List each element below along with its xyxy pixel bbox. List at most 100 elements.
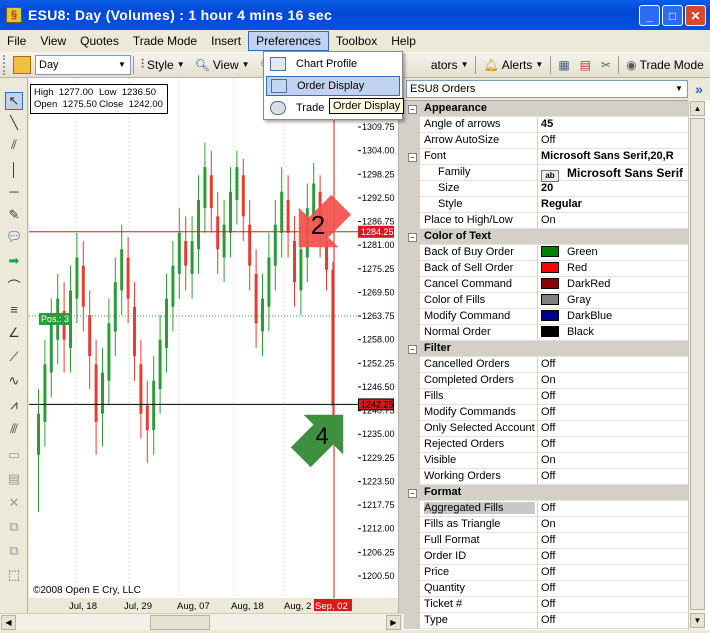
property-value[interactable]: Off [541,422,687,434]
style-button[interactable]: ⫶ Style ▼ [136,54,190,76]
angle-tool-icon[interactable]: ∠ [5,324,23,342]
property-value[interactable]: Off [541,406,687,418]
arrow-tool-icon[interactable]: ➡ [5,252,23,270]
pointer-tool-icon[interactable]: ↖ [5,92,23,110]
property-row[interactable]: Order ID Off [404,549,688,565]
parallel-lines-icon[interactable]: ⫽ [5,136,23,154]
menu-toolbox[interactable]: Toolbox [329,31,384,51]
property-row[interactable]: Normal Order Black [404,325,688,341]
candle-body[interactable] [261,298,264,332]
alerts-button[interactable]: 🔔︎ Alerts ▼ [478,54,548,76]
property-row[interactable]: Rejected Orders Off [404,437,688,453]
candle-body[interactable] [229,191,232,233]
chart-hscrollbar[interactable]: ◀ ▶ [0,613,404,630]
candle-body[interactable] [107,323,111,381]
property-row[interactable]: Visible On [404,453,688,469]
property-value[interactable]: Gray [541,294,687,306]
property-value[interactable]: Off [541,582,687,594]
property-value[interactable]: Black [541,326,687,338]
property-category[interactable]: − Color of Text [404,229,688,245]
property-row[interactable]: Modify Commands Off [404,405,688,421]
property-value[interactable]: Off [541,550,687,562]
property-row[interactable]: Working Orders Off [404,469,688,485]
panel-selector[interactable]: ESU8 Orders ▼ [406,80,688,98]
candle-body[interactable] [273,224,277,266]
panel-vscrollbar[interactable]: ▲ ▼ [688,100,705,630]
copy-icon[interactable]: ⧉ [5,518,23,536]
fan-tool-icon[interactable]: ⩘ [5,396,23,414]
property-value[interactable]: Off [541,534,687,546]
property-value[interactable]: On [541,214,687,226]
property-row[interactable]: Arrow AutoSize Off [404,133,688,149]
menu-preferences[interactable]: Preferences [248,31,329,51]
property-value[interactable]: 45 [541,118,687,130]
candle-body[interactable] [216,216,220,250]
price-axis[interactable]: 1309.75 1304.00 1298.25 1292.50 1286.75 1281.… [358,78,398,598]
period-select[interactable]: Day ▼ [35,54,131,75]
menu-view[interactable]: View [33,31,73,51]
property-value[interactable]: Off [541,614,687,626]
arc-tool-icon[interactable]: ⌒ [5,276,23,294]
callout-tool-icon[interactable]: 💬︎ [5,228,23,246]
candle-body[interactable] [222,224,226,258]
chart-area[interactable]: 24 [29,78,358,598]
scroll-thumb[interactable] [150,615,210,630]
candle-body[interactable] [37,413,40,455]
minimize-button[interactable]: _ [639,5,660,26]
property-row[interactable]: Fills as Triangle On [404,517,688,533]
candle-body[interactable] [235,167,239,200]
scroll-right-button[interactable]: ▶ [386,615,401,630]
property-value[interactable]: Off [541,566,687,578]
candle-body[interactable] [197,199,200,250]
property-value[interactable]: Off [541,390,687,402]
property-category[interactable]: − Format [404,485,688,501]
candle-body[interactable] [120,249,124,291]
property-value[interactable]: Green [541,246,687,258]
candle-body[interactable] [241,175,245,217]
properties-icon[interactable]: ▤ [5,470,23,488]
menu-help[interactable]: Help [384,31,423,51]
property-value[interactable]: Microsoft Sans Serif,20,R [541,150,687,162]
candle-body[interactable] [126,257,130,299]
property-row[interactable]: Angle of arrows 45 [404,117,688,133]
property-row[interactable]: Color of Fills Gray [404,293,688,309]
paste-icon[interactable]: ⧉ [5,542,23,560]
property-row[interactable]: Quantity Off [404,581,688,597]
menu-quotes[interactable]: Quotes [73,31,126,51]
candle-body[interactable] [190,241,194,274]
property-row[interactable]: Fills Off [404,389,688,405]
property-row[interactable]: Back of Buy Order Green [404,245,688,261]
colors-button[interactable]: ▤ [575,54,596,76]
menu-item-order-display[interactable]: Order Display [266,76,400,96]
collapse-icon[interactable]: − [408,489,417,498]
property-value[interactable]: ab Microsoft Sans Serif [541,166,687,182]
candle-body[interactable] [94,364,98,422]
property-row[interactable]: Family ab Microsoft Sans Serif [404,165,688,182]
property-row[interactable]: Full Format Off [404,533,688,549]
grid-button[interactable]: ▦ [553,54,574,76]
menu-file[interactable]: File [0,31,33,51]
property-category[interactable]: − Appearance [404,101,688,117]
collapse-icon[interactable]: − [408,105,417,114]
regression-tool-icon[interactable]: ⫻ [5,420,23,438]
property-row[interactable]: Modify Command DarkBlue [404,309,688,325]
property-value[interactable]: Off [541,470,687,482]
property-row[interactable]: Price Off [404,565,688,581]
collapse-icon[interactable]: − [408,233,417,242]
trade-mode-button[interactable]: ◉ Trade Mode [621,54,709,76]
candle-body[interactable] [81,265,85,307]
property-value[interactable]: Red [541,262,687,274]
maximize-button[interactable]: □ [662,5,683,26]
candle-body[interactable] [184,241,188,266]
menu-item-chart-profile[interactable]: Chart Profile [266,54,400,74]
scroll-thumb[interactable] [690,118,705,610]
property-category[interactable]: − Filter [404,341,688,357]
tools-button[interactable]: ✂ [596,54,616,76]
candle-body[interactable] [139,364,143,414]
property-value[interactable]: Off [541,598,687,610]
candle-body[interactable] [101,372,104,414]
property-value[interactable]: DarkRed [541,278,687,290]
sell-order-arrow[interactable]: 2 [279,185,358,267]
property-row[interactable]: Size 20 [404,181,688,197]
property-value[interactable]: On [541,454,687,466]
